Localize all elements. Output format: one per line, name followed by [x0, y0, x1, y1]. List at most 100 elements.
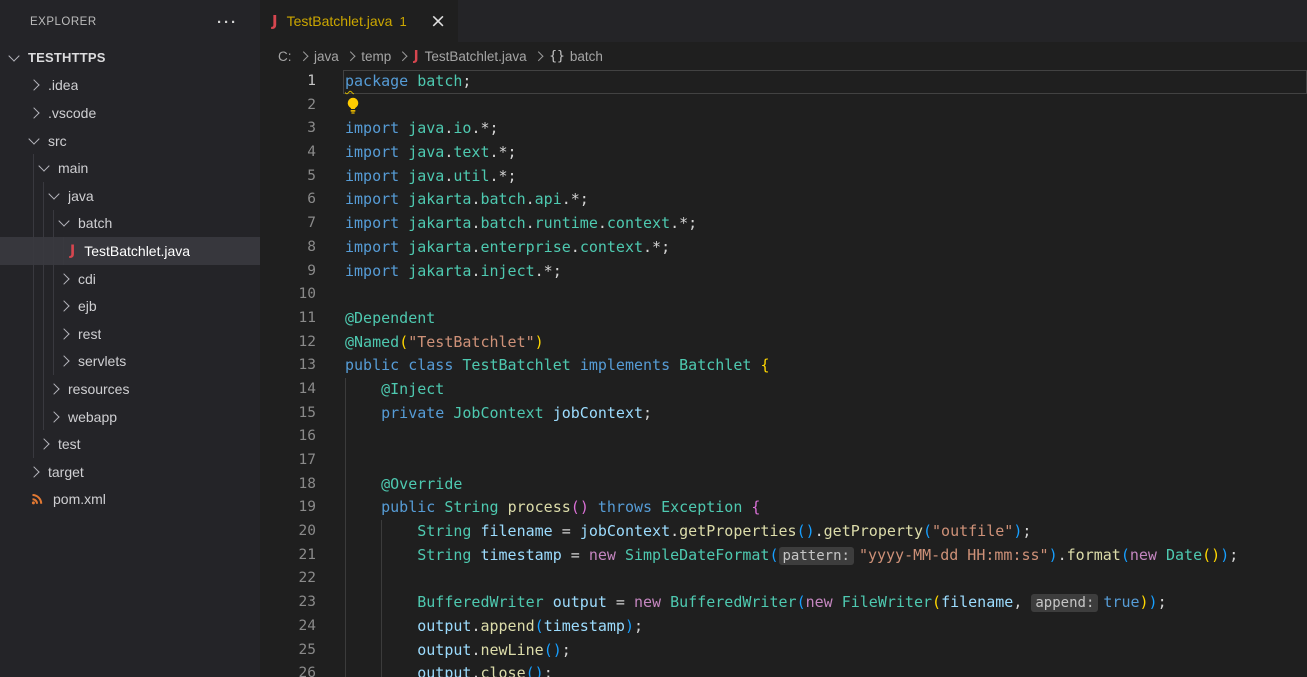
code-line-1[interactable]: 1 package batch;: [260, 70, 1307, 94]
line-number[interactable]: 24: [260, 615, 316, 639]
code-line-13[interactable]: 13public class TestBatchlet implements B…: [260, 354, 1307, 378]
chevron-right-icon[interactable]: [28, 107, 39, 118]
chevron-down-icon[interactable]: [38, 161, 49, 172]
lightbulb-icon[interactable]: [346, 97, 360, 115]
line-number[interactable]: 5: [260, 165, 316, 189]
line-number[interactable]: 6: [260, 188, 316, 212]
line-content[interactable]: @Inject: [343, 378, 1307, 402]
line-number[interactable]: 26: [260, 662, 316, 677]
code-line-14[interactable]: 14 @Inject: [260, 378, 1307, 402]
code-line-4[interactable]: 4import java.text.*;: [260, 141, 1307, 165]
code-line-7[interactable]: 7 import jakarta.batch.runtime.context.*;: [260, 212, 1307, 236]
tree-item-target[interactable]: target: [0, 458, 260, 486]
line-content[interactable]: String filename = jobContext.getProperti…: [343, 520, 1307, 544]
tree-item-servlets[interactable]: servlets: [0, 348, 260, 376]
code-line-11[interactable]: 11 @Dependent: [260, 307, 1307, 331]
breadcrumb-item-testbatchlet-java[interactable]: JTestBatchlet.java: [414, 49, 527, 64]
tree-item-testhttps[interactable]: TESTHTTPS: [0, 44, 260, 72]
explorer-more-actions-icon[interactable]: ···: [217, 15, 238, 30]
chevron-right-icon[interactable]: [48, 411, 59, 422]
code-line-18[interactable]: 18 @Override: [260, 473, 1307, 497]
code-line-23[interactable]: 23 BufferedWriter output = new BufferedW…: [260, 591, 1307, 615]
line-content[interactable]: @Override: [343, 473, 1307, 497]
line-number[interactable]: 17: [260, 449, 316, 473]
code-line-12[interactable]: 12 @Named("TestBatchlet"): [260, 331, 1307, 355]
tree-item-src[interactable]: src: [0, 127, 260, 155]
code-line-5[interactable]: 5 import java.util.*;: [260, 165, 1307, 189]
line-content[interactable]: BufferedWriter output = new BufferedWrit…: [343, 591, 1307, 615]
line-number[interactable]: 13: [260, 354, 316, 378]
tree-item-ejb[interactable]: ejb: [0, 292, 260, 320]
chevron-down-icon[interactable]: [8, 50, 19, 61]
line-content[interactable]: import jakarta.batch.runtime.context.*;: [343, 212, 1307, 236]
line-number[interactable]: 2: [260, 94, 316, 118]
line-number[interactable]: 1: [260, 70, 316, 94]
breadcrumb-item-batch[interactable]: {}batch: [549, 49, 603, 64]
code-line-19[interactable]: 19 public String process() throws Except…: [260, 496, 1307, 520]
line-content[interactable]: String timestamp = new SimpleDateFormat(…: [343, 544, 1307, 568]
line-content[interactable]: @Named("TestBatchlet"): [343, 331, 1307, 355]
line-number[interactable]: 22: [260, 567, 316, 591]
code-line-25[interactable]: 25 output.newLine();: [260, 639, 1307, 663]
code-area[interactable]: 1 package batch; 23 import java.io.*;4impor…: [260, 70, 1307, 677]
code-line-21[interactable]: 21 String timestamp = new SimpleDateForm…: [260, 544, 1307, 568]
chevron-right-icon[interactable]: [28, 466, 39, 477]
chevron-right-icon[interactable]: [38, 438, 49, 449]
line-number[interactable]: 8: [260, 236, 316, 260]
line-content[interactable]: import java.io.*;: [343, 117, 1307, 141]
tree-item-main[interactable]: main: [0, 154, 260, 182]
line-content[interactable]: output.newLine();: [343, 639, 1307, 663]
line-content[interactable]: import jakarta.batch.api.*;: [343, 188, 1307, 212]
breadcrumb-item-c[interactable]: C:: [278, 49, 292, 64]
chevron-right-icon[interactable]: [48, 383, 59, 394]
line-content[interactable]: output.close();: [343, 662, 1307, 677]
breadcrumb-item-java[interactable]: java: [314, 49, 339, 64]
chevron-down-icon[interactable]: [28, 133, 39, 144]
tree-item-vscode[interactable]: .vscode: [0, 99, 260, 127]
line-content[interactable]: [343, 283, 1307, 307]
code-line-26[interactable]: 26 output.close();: [260, 662, 1307, 677]
chevron-down-icon[interactable]: [58, 216, 69, 227]
tree-item-pom-xml[interactable]: pom.xml: [0, 486, 260, 514]
line-content[interactable]: import java.util.*;: [343, 165, 1307, 189]
line-content[interactable]: [343, 94, 1307, 118]
chevron-right-icon[interactable]: [28, 80, 39, 91]
chevron-down-icon[interactable]: [48, 188, 59, 199]
tree-item-batch[interactable]: batch: [0, 210, 260, 238]
line-number[interactable]: 23: [260, 591, 316, 615]
line-number[interactable]: 21: [260, 544, 316, 568]
line-content[interactable]: [343, 425, 1307, 449]
tree-item-idea[interactable]: .idea: [0, 72, 260, 100]
line-number[interactable]: 12: [260, 331, 316, 355]
line-number[interactable]: 14: [260, 378, 316, 402]
line-number[interactable]: 19: [260, 496, 316, 520]
line-number[interactable]: 10: [260, 283, 316, 307]
line-content[interactable]: @Dependent: [343, 307, 1307, 331]
chevron-right-icon[interactable]: [58, 300, 69, 311]
line-content[interactable]: package batch;: [343, 70, 1307, 94]
line-number[interactable]: 7: [260, 212, 316, 236]
tree-item-resources[interactable]: resources: [0, 375, 260, 403]
line-content[interactable]: private JobContext jobContext;: [343, 402, 1307, 426]
line-number[interactable]: 20: [260, 520, 316, 544]
line-number[interactable]: 9: [260, 260, 316, 284]
chevron-right-icon[interactable]: [58, 356, 69, 367]
breadcrumb-item-temp[interactable]: temp: [361, 49, 391, 64]
line-number[interactable]: 3: [260, 117, 316, 141]
line-content[interactable]: [343, 449, 1307, 473]
chevron-right-icon[interactable]: [58, 273, 69, 284]
tree-item-webapp[interactable]: webapp: [0, 403, 260, 431]
line-content[interactable]: import jakarta.enterprise.context.*;: [343, 236, 1307, 260]
tree-item-rest[interactable]: rest: [0, 320, 260, 348]
line-content[interactable]: import jakarta.inject.*;: [343, 260, 1307, 284]
code-line-17[interactable]: 17: [260, 449, 1307, 473]
chevron-right-icon[interactable]: [58, 328, 69, 339]
code-line-16[interactable]: 16: [260, 425, 1307, 449]
code-line-10[interactable]: 10: [260, 283, 1307, 307]
code-line-6[interactable]: 6 import jakarta.batch.api.*;: [260, 188, 1307, 212]
line-number[interactable]: 15: [260, 402, 316, 426]
tree-item-java[interactable]: java: [0, 182, 260, 210]
line-number[interactable]: 16: [260, 425, 316, 449]
line-number[interactable]: 11: [260, 307, 316, 331]
code-line-3[interactable]: 3 import java.io.*;: [260, 117, 1307, 141]
